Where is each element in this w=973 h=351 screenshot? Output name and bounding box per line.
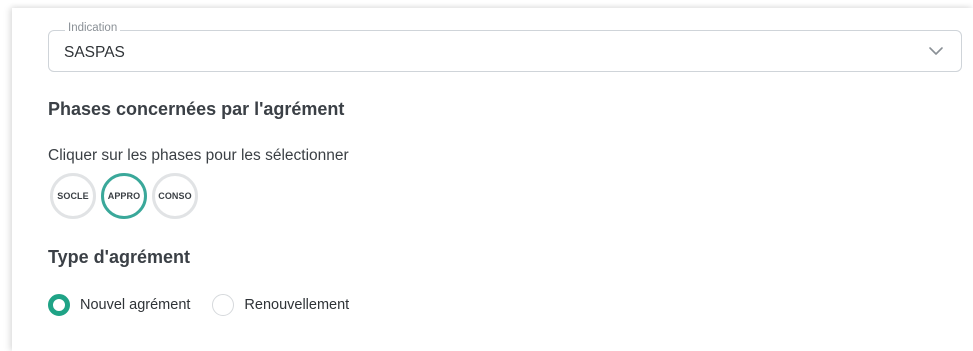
- indication-legend: Indication: [65, 22, 121, 34]
- phases-hint: Cliquer sur les phases pour les sélectio…: [48, 147, 349, 164]
- indication-select[interactable]: Indication SASPAS: [48, 22, 962, 72]
- chevron-down-icon: [927, 42, 945, 60]
- phase-label: CONSO: [158, 191, 192, 201]
- radio-label: Nouvel agrément: [80, 297, 191, 313]
- phases-heading: Phases concernées par l'agrément: [48, 99, 345, 119]
- phase-conso[interactable]: CONSO: [152, 173, 198, 219]
- phase-socle[interactable]: SOCLE: [50, 173, 96, 219]
- radio-button[interactable]: [212, 294, 235, 316]
- phase-label: APPRO: [107, 191, 141, 201]
- radio-option-renouvellement[interactable]: Renouvellement: [212, 294, 349, 316]
- radio-option-nouvel-agrement[interactable]: Nouvel agrément: [48, 294, 190, 316]
- agrement-type-heading: Type d'agrément: [48, 247, 190, 267]
- radio-button-checked[interactable]: [48, 294, 70, 316]
- page: Indication SASPAS Phases concernées par …: [0, 0, 973, 351]
- radio-label: Renouvellement: [244, 297, 350, 313]
- indication-value: SASPAS: [64, 44, 125, 61]
- phase-label: SOCLE: [57, 191, 89, 201]
- phases-selector: SOCLE APPRO CONSO: [50, 173, 198, 219]
- phase-appro[interactable]: APPRO: [101, 173, 147, 219]
- agrement-type-radio-group: Nouvel agrément Renouvellement: [48, 293, 349, 317]
